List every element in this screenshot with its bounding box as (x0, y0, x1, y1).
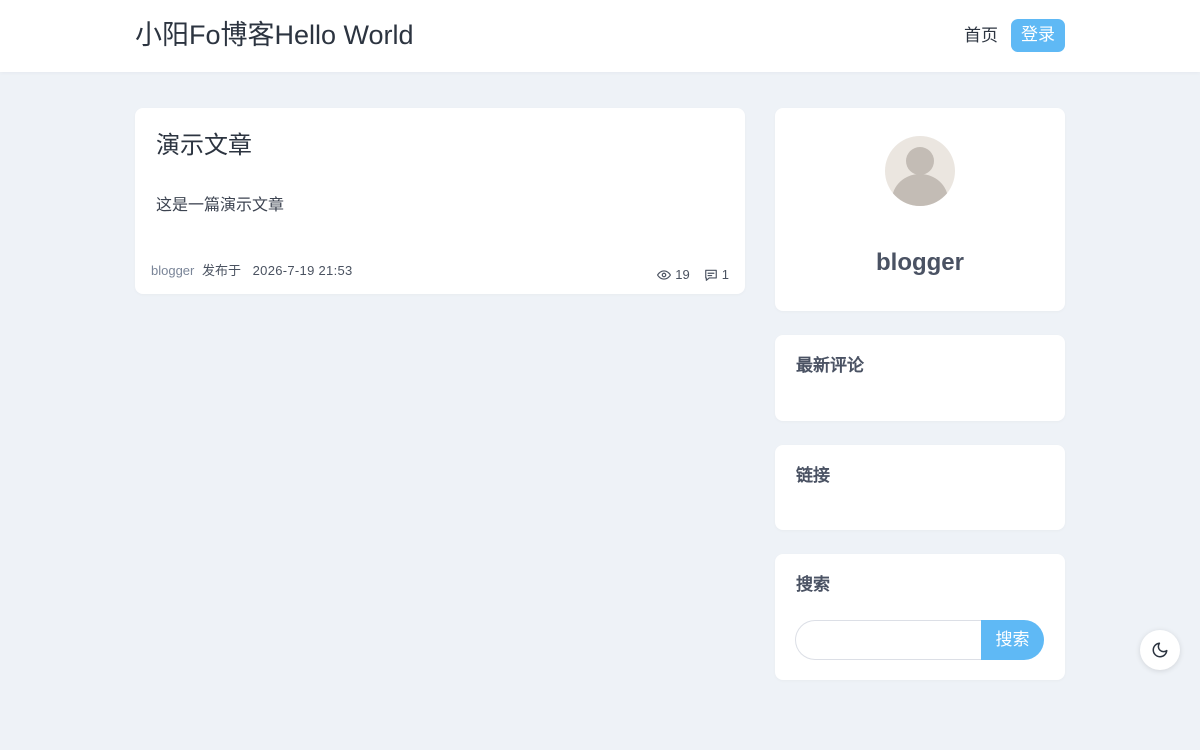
comment-icon (704, 269, 717, 281)
post-date: 2026-7-19 21:53 (252, 263, 353, 278)
theme-toggle-button[interactable] (1140, 630, 1180, 670)
post-summary: 这是一篇演示文章 (156, 195, 285, 214)
search-widget: 搜索 搜索 (775, 554, 1065, 680)
links-widget: 链接 (775, 445, 1065, 530)
user-avatar-icon[interactable] (885, 136, 955, 206)
nav-home-link[interactable]: 首页 (964, 24, 998, 48)
site-header: 小阳Fo博客Hello World 首页 登录 (0, 0, 1200, 72)
comment-count-value: 1 (721, 267, 729, 282)
post-title[interactable]: 演示文章 (156, 128, 252, 162)
post-card: 演示文章 这是一篇演示文章 blogger 发布于 2026-7-19 21:5… (135, 108, 745, 294)
post-author-link[interactable]: blogger (151, 263, 194, 278)
recent-comments-widget: 最新评论 (775, 335, 1065, 421)
links-title: 链接 (796, 466, 830, 486)
profile-card: blogger (775, 108, 1065, 311)
comment-count: 1 (704, 266, 729, 284)
login-button[interactable]: 登录 (1011, 19, 1065, 52)
published-label: 发布于 (202, 263, 242, 278)
recent-comments-title: 最新评论 (796, 356, 864, 376)
profile-name: blogger (876, 249, 964, 276)
view-count: 19 (657, 266, 690, 284)
eye-icon (657, 270, 672, 280)
site-title[interactable]: 小阳Fo博客Hello World (135, 16, 414, 54)
search-input[interactable] (795, 620, 985, 660)
moon-icon (1152, 642, 1168, 658)
view-count-value: 19 (675, 267, 690, 282)
post-stats: 19 1 (657, 266, 729, 284)
post-meta: blogger 发布于 2026-7-19 21:53 (151, 262, 353, 280)
search-button[interactable]: 搜索 (981, 620, 1044, 660)
search-title: 搜索 (796, 575, 830, 595)
